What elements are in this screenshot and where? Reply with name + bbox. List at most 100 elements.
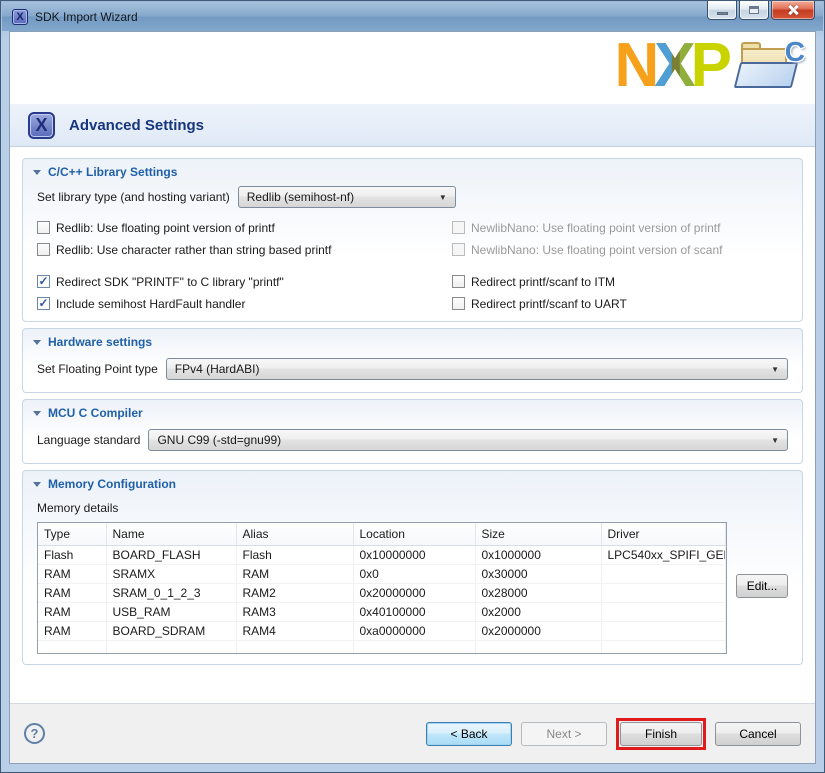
language-standard-value: GNU C99 (-std=gnu99) bbox=[157, 433, 281, 447]
table-cell: RAM2 bbox=[236, 583, 353, 602]
edit-button[interactable]: Edit... bbox=[736, 574, 788, 598]
window-title: SDK Import Wizard bbox=[35, 10, 138, 24]
next-button[interactable]: Next > bbox=[521, 722, 607, 746]
table-cell: SRAMX bbox=[106, 564, 236, 583]
checkbox-redlib-float-printf[interactable]: Redlib: Use floating point version of pr… bbox=[37, 220, 452, 235]
table-row[interactable]: RAMUSB_RAMRAM30x401000000x2000 bbox=[38, 602, 726, 621]
checkbox-label: Redlib: Use character rather than string… bbox=[56, 243, 331, 257]
table-cell bbox=[106, 640, 236, 654]
library-section-header[interactable]: C/C++ Library Settings bbox=[23, 159, 802, 184]
section-hardware-settings: Hardware settings Set Floating Point typ… bbox=[22, 328, 803, 393]
checkbox-label: NewlibNano: Use floating point version o… bbox=[471, 221, 720, 235]
checkbox-label: Redlib: Use floating point version of pr… bbox=[56, 221, 275, 235]
nxp-letter-p: P bbox=[691, 31, 727, 100]
nxp-letter-x: XXX bbox=[654, 28, 690, 104]
page-title: Advanced Settings bbox=[69, 117, 204, 134]
close-icon bbox=[787, 4, 799, 16]
table-cell: Flash bbox=[38, 545, 106, 564]
floating-point-dropdown[interactable]: FPv4 (HardABI) ▼ bbox=[166, 358, 788, 380]
library-type-value: Redlib (semihost-nf) bbox=[247, 190, 354, 204]
checkbox-label: Redirect printf/scanf to UART bbox=[471, 297, 627, 311]
checkbox-include-semihost-hardfault[interactable]: ✓ Include semihost HardFault handler bbox=[37, 296, 452, 311]
table-cell: BOARD_FLASH bbox=[106, 545, 236, 564]
checkbox-redlib-char-printf[interactable]: Redlib: Use character rather than string… bbox=[37, 242, 452, 257]
table-cell bbox=[236, 640, 353, 654]
maximize-icon bbox=[749, 6, 759, 14]
nxp-logo: NXXXP bbox=[615, 28, 728, 104]
table-cell: 0x1000000 bbox=[475, 545, 601, 564]
table-cell bbox=[353, 640, 475, 654]
table-row[interactable]: RAMSRAMXRAM0x00x30000 bbox=[38, 564, 726, 583]
column-header-location[interactable]: Location bbox=[353, 523, 475, 545]
column-header-name[interactable]: Name bbox=[106, 523, 236, 545]
checkbox-box[interactable] bbox=[452, 297, 465, 310]
table-cell bbox=[601, 602, 726, 621]
cancel-button[interactable]: Cancel bbox=[715, 722, 801, 746]
close-button[interactable] bbox=[771, 1, 815, 20]
checkbox-box[interactable]: ✓ bbox=[37, 275, 50, 288]
memory-details-label: Memory details bbox=[37, 501, 788, 515]
table-cell: Flash bbox=[236, 545, 353, 564]
table-cell: 0x20000000 bbox=[353, 583, 475, 602]
checkbox-redirect-uart[interactable]: Redirect printf/scanf to UART bbox=[452, 296, 788, 311]
title-bar[interactable]: X SDK Import Wizard bbox=[2, 2, 823, 31]
table-cell: USB_RAM bbox=[106, 602, 236, 621]
mcuxpresso-x-icon: X bbox=[28, 112, 55, 139]
checkbox-box bbox=[452, 243, 465, 256]
column-header-type[interactable]: Type bbox=[38, 523, 106, 545]
chevron-down-icon: ▼ bbox=[431, 193, 447, 202]
hardware-section-header[interactable]: Hardware settings bbox=[23, 329, 802, 354]
checkbox-box[interactable] bbox=[452, 275, 465, 288]
table-row[interactable]: FlashBOARD_FLASHFlash0x100000000x1000000… bbox=[38, 545, 726, 564]
compiler-section-header[interactable]: MCU C Compiler bbox=[23, 400, 802, 425]
checkbox-label: NewlibNano: Use floating point version o… bbox=[471, 243, 722, 257]
checkbox-redirect-sdk-printf[interactable]: ✓Redirect SDK "PRINTF" to C library "pri… bbox=[37, 274, 452, 289]
library-type-dropdown[interactable]: Redlib (semihost-nf) ▼ bbox=[238, 186, 456, 208]
table-cell: SRAM_0_1_2_3 bbox=[106, 583, 236, 602]
table-cell: 0x10000000 bbox=[353, 545, 475, 564]
collapse-triangle-icon bbox=[33, 170, 41, 175]
checkbox-label: Include semihost HardFault handler bbox=[56, 297, 245, 311]
section-library-settings: C/C++ Library Settings Set library type … bbox=[22, 158, 803, 322]
table-cell: RAM bbox=[38, 602, 106, 621]
memory-section-title: Memory Configuration bbox=[48, 477, 176, 491]
table-cell: RAM4 bbox=[236, 621, 353, 640]
c-project-folder-icon: C bbox=[735, 40, 807, 96]
column-header-alias[interactable]: Alias bbox=[236, 523, 353, 545]
c-letter: C bbox=[785, 36, 805, 68]
help-button[interactable]: ? bbox=[24, 723, 45, 744]
back-button[interactable]: < Back bbox=[426, 722, 512, 746]
collapse-triangle-icon bbox=[33, 340, 41, 345]
minimize-button[interactable] bbox=[707, 1, 737, 20]
checkbox-redirect-itm[interactable]: Redirect printf/scanf to ITM bbox=[452, 274, 788, 289]
checkbox-box[interactable] bbox=[37, 221, 50, 234]
table-cell bbox=[601, 564, 726, 583]
maximize-button[interactable] bbox=[739, 1, 769, 20]
library-section-body: Set library type (and hosting variant) R… bbox=[23, 184, 802, 311]
memory-section-header[interactable]: Memory Configuration bbox=[23, 471, 802, 496]
checkbox-box[interactable]: ✓ bbox=[37, 297, 50, 310]
table-cell: RAM bbox=[38, 564, 106, 583]
table-cell: 0xa0000000 bbox=[353, 621, 475, 640]
finish-button[interactable]: Finish bbox=[620, 722, 702, 746]
table-cell: RAM bbox=[236, 564, 353, 583]
memory-table[interactable]: TypeNameAliasLocationSizeDriver FlashBOA… bbox=[37, 522, 727, 654]
table-cell: 0x28000 bbox=[475, 583, 601, 602]
memory-table-body: FlashBOARD_FLASHFlash0x100000000x1000000… bbox=[38, 545, 726, 654]
table-cell: RAM bbox=[38, 621, 106, 640]
language-standard-dropdown[interactable]: GNU C99 (-std=gnu99) ▼ bbox=[148, 429, 788, 451]
column-header-size[interactable]: Size bbox=[475, 523, 601, 545]
table-row[interactable]: RAMSRAM_0_1_2_3RAM20x200000000x28000 bbox=[38, 583, 726, 602]
table-cell: RAM bbox=[38, 583, 106, 602]
button-bar: ? < Back Next > Finish Cancel bbox=[10, 703, 815, 763]
hardware-section-title: Hardware settings bbox=[48, 335, 152, 349]
memory-table-header-row[interactable]: TypeNameAliasLocationSizeDriver bbox=[38, 523, 726, 545]
table-cell: 0x2000000 bbox=[475, 621, 601, 640]
table-row[interactable]: RAMBOARD_SDRAMRAM40xa00000000x2000000 bbox=[38, 621, 726, 640]
checkbox-newlibnano-float-printf: NewlibNano: Use floating point version o… bbox=[452, 220, 788, 235]
checkbox-label: Redirect printf/scanf to ITM bbox=[471, 275, 615, 289]
section-memory-configuration: Memory Configuration Memory details Type… bbox=[22, 470, 803, 665]
sdk-import-wizard-window: X SDK Import Wizard NXXXP C X Advanced S… bbox=[0, 0, 825, 773]
checkbox-box[interactable] bbox=[37, 243, 50, 256]
column-header-driver[interactable]: Driver bbox=[601, 523, 726, 545]
